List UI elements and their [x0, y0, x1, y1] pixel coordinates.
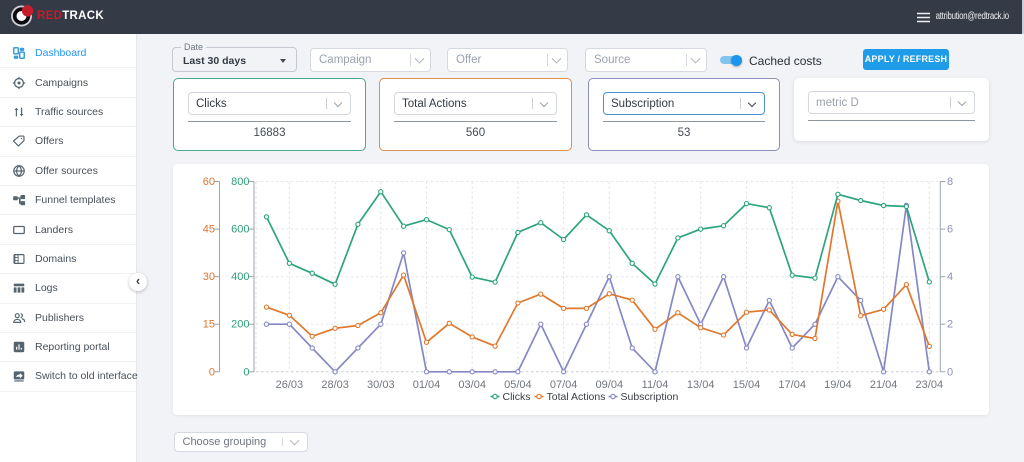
- svg-text:60: 60: [203, 176, 215, 188]
- svg-text:0: 0: [947, 366, 953, 378]
- svg-text:0: 0: [209, 366, 215, 378]
- svg-text:17/04: 17/04: [778, 379, 806, 391]
- svg-text:01/04: 01/04: [413, 379, 441, 391]
- svg-text:800: 800: [231, 176, 249, 188]
- svg-text:400: 400: [231, 271, 249, 283]
- svg-text:13/04: 13/04: [687, 379, 715, 391]
- svg-text:4: 4: [947, 271, 953, 283]
- svg-text:11/04: 11/04: [642, 379, 669, 391]
- svg-text:28/03: 28/03: [321, 379, 349, 391]
- svg-text:Clicks: Clicks: [503, 391, 531, 403]
- svg-text:600: 600: [231, 223, 249, 235]
- svg-text:30: 30: [203, 271, 215, 283]
- svg-text:26/03: 26/03: [276, 379, 304, 391]
- svg-text:8: 8: [947, 176, 953, 188]
- svg-text:Subscription: Subscription: [621, 391, 679, 403]
- svg-text:30/03: 30/03: [367, 379, 395, 391]
- svg-text:45: 45: [203, 223, 215, 235]
- svg-text:21/04: 21/04: [870, 379, 898, 391]
- svg-text:19/04: 19/04: [824, 379, 852, 391]
- svg-text:Total Actions: Total Actions: [547, 391, 606, 403]
- svg-text:03/04: 03/04: [458, 379, 486, 391]
- svg-text:6: 6: [947, 223, 953, 235]
- svg-text:0: 0: [243, 366, 249, 378]
- svg-text:15: 15: [203, 318, 215, 330]
- svg-text:07/04: 07/04: [550, 379, 578, 391]
- svg-text:15/04: 15/04: [733, 379, 761, 391]
- svg-text:23/04: 23/04: [916, 379, 944, 391]
- svg-text:09/04: 09/04: [596, 379, 624, 391]
- svg-text:200: 200: [231, 318, 249, 330]
- svg-text:2: 2: [947, 318, 953, 330]
- svg-text:05/04: 05/04: [504, 379, 532, 391]
